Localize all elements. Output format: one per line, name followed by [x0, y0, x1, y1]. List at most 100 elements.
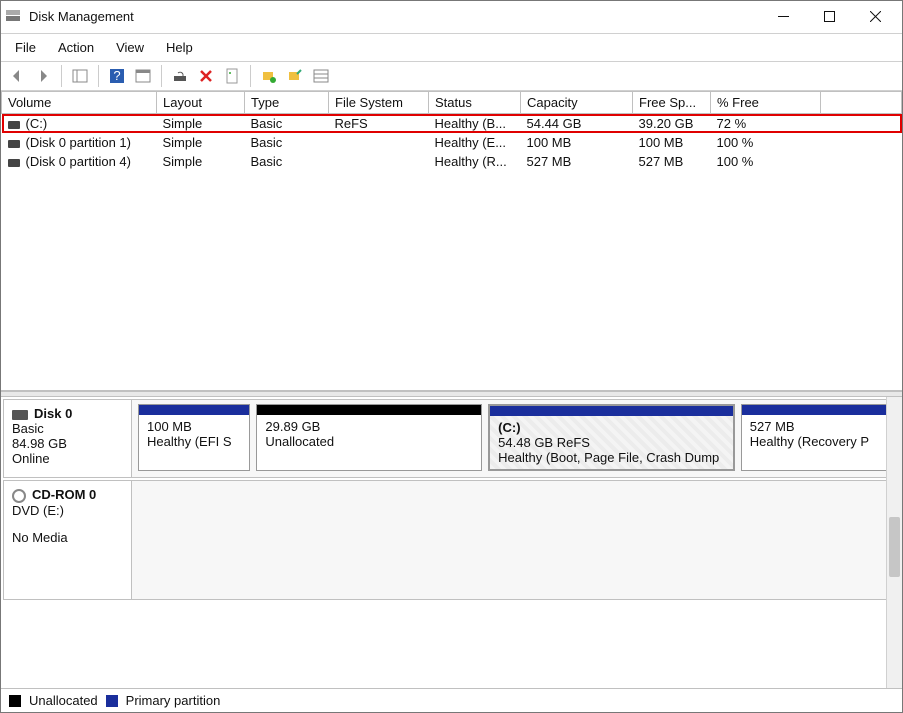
new-volume-icon[interactable]: [283, 64, 307, 88]
titlebar: Disk Management: [1, 1, 902, 33]
cdrom-sub: DVD (E:): [12, 503, 123, 518]
cell-capacity: 100 MB: [521, 133, 633, 152]
delete-icon[interactable]: [194, 64, 218, 88]
back-button[interactable]: [5, 64, 29, 88]
graphical-disk-view: Disk 0 Basic 84.98 GB Online 100 MBHealt…: [1, 397, 902, 689]
col-status[interactable]: Status: [429, 92, 521, 114]
cell-fs: ReFS: [329, 114, 429, 134]
separator: [61, 65, 62, 87]
partition-size: 527 MB: [750, 419, 882, 434]
partition-size: 54.48 GB ReFS: [498, 435, 725, 450]
col-pctfree[interactable]: % Free: [711, 92, 821, 114]
separator: [161, 65, 162, 87]
disk-label[interactable]: CD-ROM 0 DVD (E:) No Media: [4, 481, 132, 599]
menubar: File Action View Help: [1, 33, 902, 62]
cell-free: 100 MB: [633, 133, 711, 152]
disk-type: Basic: [12, 421, 123, 436]
cdrom-icon: [12, 489, 26, 503]
partition-header: [257, 405, 481, 415]
scrollbar[interactable]: [886, 397, 902, 688]
partition-size: 29.89 GB: [265, 419, 473, 434]
legend: Unallocated Primary partition: [1, 689, 902, 712]
cell-type: Basic: [245, 114, 329, 134]
col-layout[interactable]: Layout: [157, 92, 245, 114]
volume-name: (C:): [26, 116, 48, 131]
close-button[interactable]: [852, 1, 898, 33]
menu-view[interactable]: View: [106, 38, 154, 57]
cell-fs: [329, 152, 429, 171]
disk-name: CD-ROM 0: [32, 487, 96, 502]
toolbar: ?: [1, 62, 902, 91]
svg-text:?: ?: [113, 68, 120, 83]
legend-label: Unallocated: [29, 693, 98, 708]
legend-swatch-unallocated: [9, 695, 21, 707]
cdrom-state: No Media: [12, 530, 123, 545]
separator: [98, 65, 99, 87]
volume-list[interactable]: Volume Layout Type File System Status Ca…: [1, 91, 902, 391]
cell-capacity: 54.44 GB: [521, 114, 633, 134]
scrollbar-thumb[interactable]: [889, 517, 900, 577]
disk-row[interactable]: CD-ROM 0 DVD (E:) No Media: [3, 480, 898, 600]
disk-state: Online: [12, 451, 123, 466]
cell-free: 527 MB: [633, 152, 711, 171]
partition-header: [139, 405, 249, 415]
cell-fs: [329, 133, 429, 152]
new-partition-icon[interactable]: [257, 64, 281, 88]
legend-label: Primary partition: [126, 693, 221, 708]
cell-pctfree: 72 %: [711, 114, 821, 134]
cell-type: Basic: [245, 133, 329, 152]
window-title: Disk Management: [27, 9, 760, 24]
col-volume[interactable]: Volume: [2, 92, 157, 114]
cell-status: Healthy (B...: [429, 114, 521, 134]
cell-type: Basic: [245, 152, 329, 171]
menu-file[interactable]: File: [5, 38, 46, 57]
partition-status: Healthy (Recovery P: [750, 434, 882, 449]
partition[interactable]: 100 MBHealthy (EFI S: [138, 404, 250, 471]
partition[interactable]: 527 MBHealthy (Recovery P: [741, 404, 891, 471]
detail-view-icon[interactable]: [309, 64, 333, 88]
col-type[interactable]: Type: [245, 92, 329, 114]
partition[interactable]: (C:)54.48 GB ReFSHealthy (Boot, Page Fil…: [488, 404, 735, 471]
volume-icon: [8, 159, 20, 167]
legend-swatch-primary: [106, 695, 118, 707]
cell-layout: Simple: [157, 133, 245, 152]
cell-pctfree: 100 %: [711, 152, 821, 171]
disk-name: Disk 0: [34, 406, 72, 421]
disk-management-icon: [5, 7, 27, 26]
col-capacity[interactable]: Capacity: [521, 92, 633, 114]
disk-partitions: 100 MBHealthy (EFI S29.89 GBUnallocated(…: [132, 400, 897, 477]
menu-help[interactable]: Help: [156, 38, 203, 57]
disk-size: 84.98 GB: [12, 436, 123, 451]
maximize-button[interactable]: [806, 1, 852, 33]
disk-partitions: [132, 481, 897, 599]
cell-status: Healthy (E...: [429, 133, 521, 152]
cell-status: Healthy (R...: [429, 152, 521, 171]
partition-header: [490, 406, 733, 416]
partition-name: (C:): [498, 420, 725, 435]
table-row[interactable]: (Disk 0 partition 1) SimpleBasic Healthy (…: [2, 133, 902, 152]
partition-size: 100 MB: [147, 419, 241, 434]
cell-layout: Simple: [157, 152, 245, 171]
col-spacer: [821, 92, 902, 114]
cell-capacity: 527 MB: [521, 152, 633, 171]
volume-name: (Disk 0 partition 1): [26, 135, 131, 150]
minimize-button[interactable]: [760, 1, 806, 33]
cell-pctfree: 100 %: [711, 133, 821, 152]
refresh-icon[interactable]: [168, 64, 192, 88]
volume-icon: [8, 140, 20, 148]
partition[interactable]: 29.89 GBUnallocated: [256, 404, 482, 471]
menu-action[interactable]: Action: [48, 38, 104, 57]
table-row[interactable]: (Disk 0 partition 4)SimpleBasicHealthy (…: [2, 152, 902, 171]
forward-button[interactable]: [31, 64, 55, 88]
disk-label[interactable]: Disk 0 Basic 84.98 GB Online: [4, 400, 132, 477]
disk-row[interactable]: Disk 0 Basic 84.98 GB Online 100 MBHealt…: [3, 399, 898, 478]
disk-icon: [12, 410, 28, 420]
col-freesp[interactable]: Free Sp...: [633, 92, 711, 114]
col-fs[interactable]: File System: [329, 92, 429, 114]
properties-icon[interactable]: [220, 64, 244, 88]
settings-window-icon[interactable]: [131, 64, 155, 88]
help-icon[interactable]: ?: [105, 64, 129, 88]
show-hide-console-tree-icon[interactable]: [68, 64, 92, 88]
table-row[interactable]: (C:)SimpleBasicReFSHealthy (B...54.44 GB…: [2, 114, 902, 134]
cell-free: 39.20 GB: [633, 114, 711, 134]
